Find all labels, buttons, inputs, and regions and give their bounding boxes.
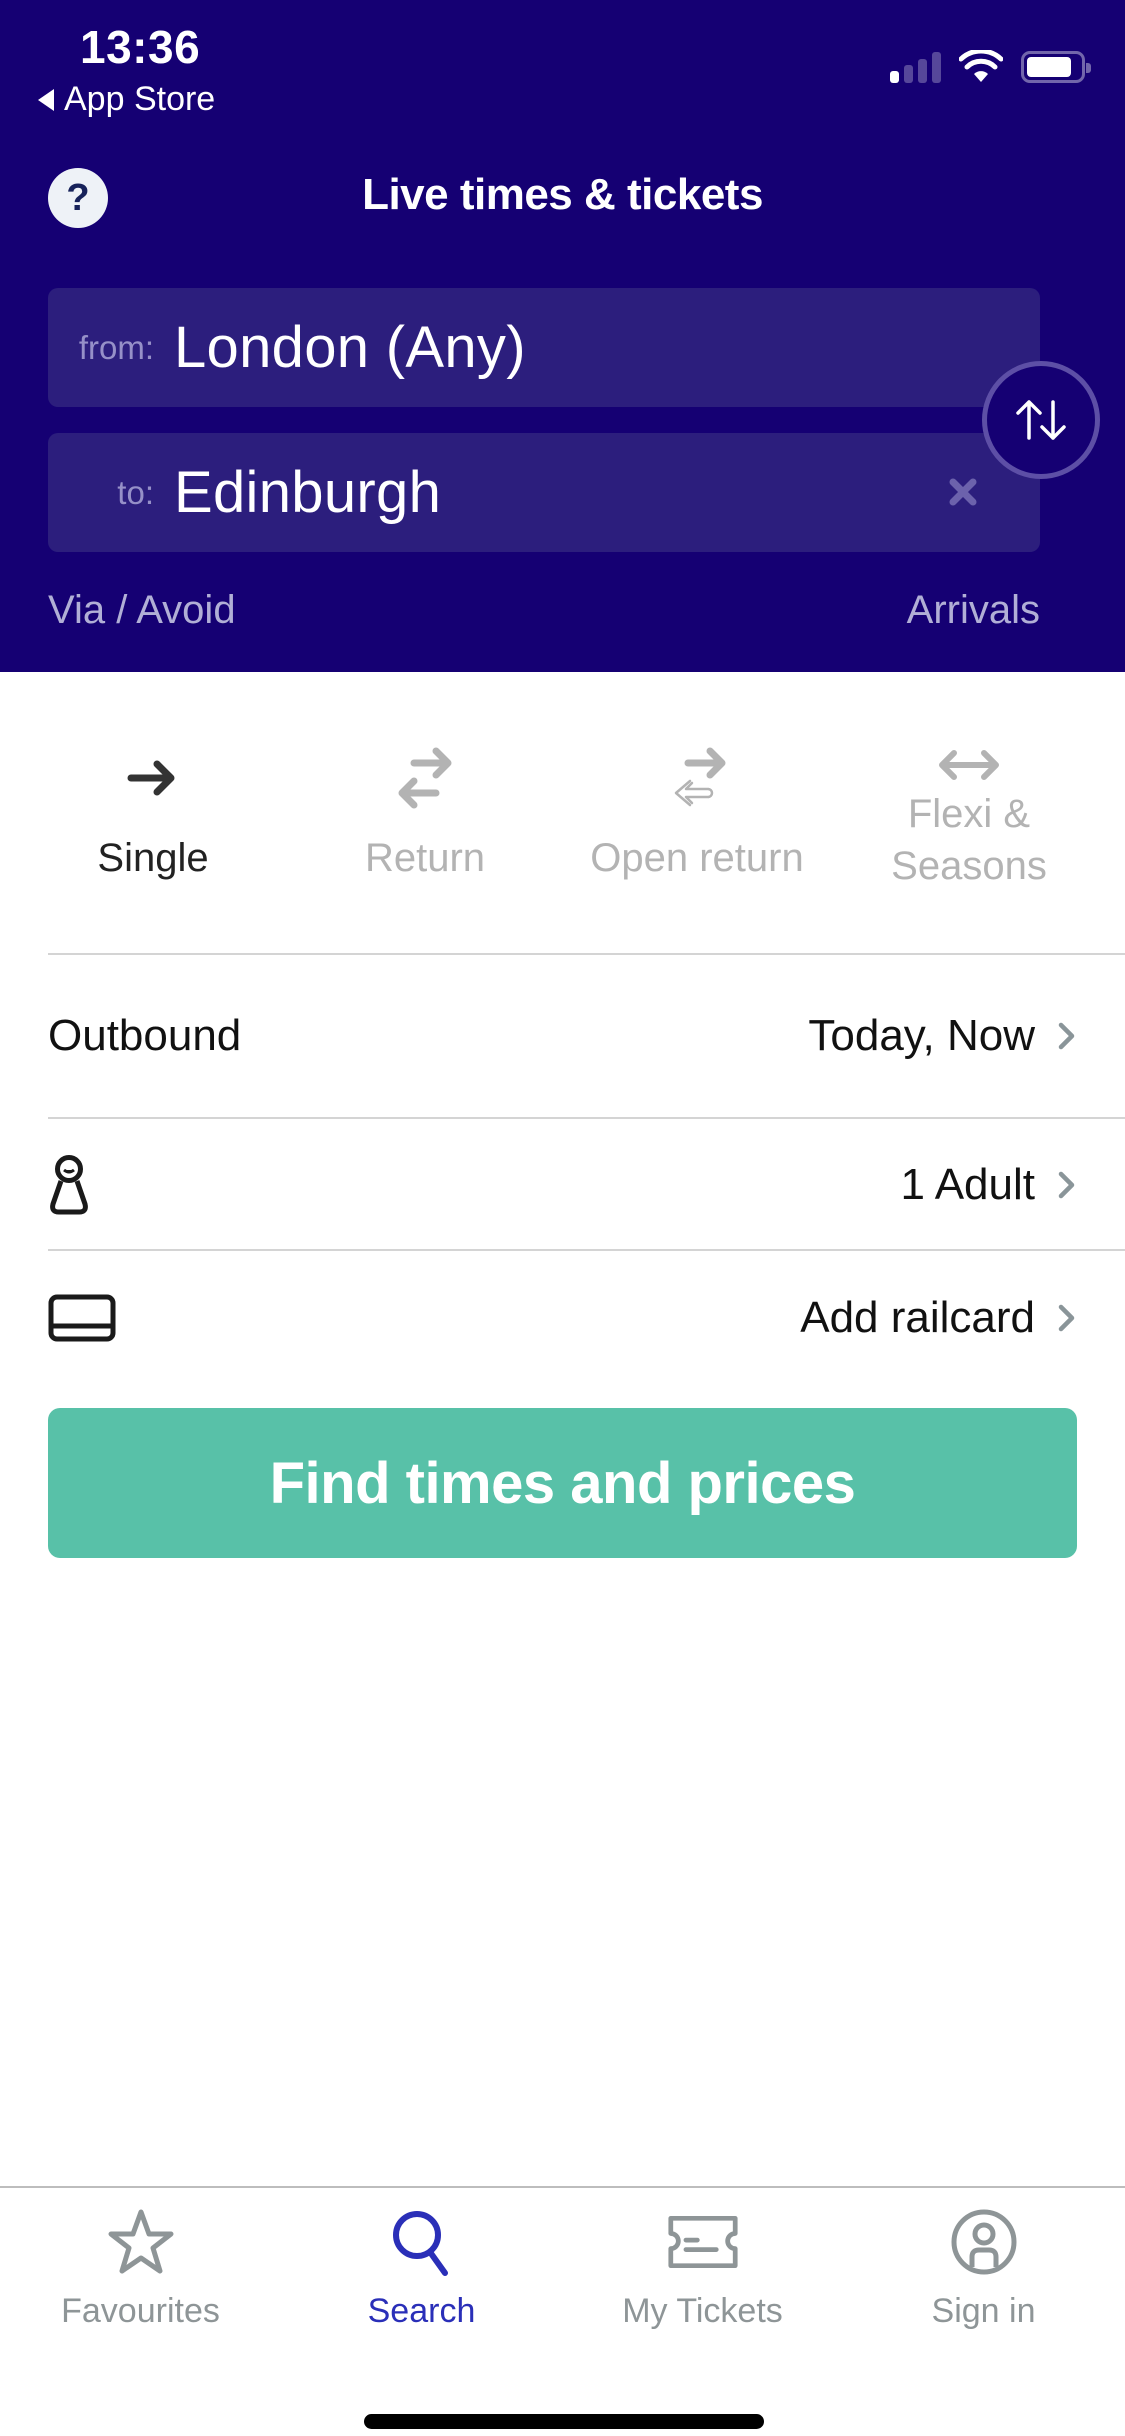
- account-icon: [951, 2209, 1016, 2275]
- via-avoid-link[interactable]: Via / Avoid: [48, 588, 236, 633]
- tab-label: Sign in: [931, 2292, 1036, 2330]
- wifi-icon: [959, 50, 1003, 82]
- tab-search[interactable]: Search: [281, 2188, 562, 2436]
- status-time: 13:36: [80, 21, 201, 73]
- to-label: to:: [117, 473, 154, 511]
- outbound-value: Today, Now: [808, 1011, 1035, 1060]
- back-to-app-store[interactable]: App Store: [38, 80, 215, 119]
- outbound-row[interactable]: Outbound Today, Now: [48, 954, 1077, 1118]
- swap-stations-button[interactable]: [982, 361, 1100, 479]
- signal-icon: [890, 51, 941, 83]
- back-triangle-icon: [38, 88, 54, 111]
- journey-type-label: Return: [364, 836, 486, 880]
- journey-type-label: Flexi & Seasons: [891, 788, 1047, 892]
- tab-favourites[interactable]: Favourites: [0, 2188, 281, 2436]
- return-arrows-icon: [398, 747, 452, 809]
- status-icons: [890, 50, 1091, 84]
- journey-type-return[interactable]: Return: [289, 672, 561, 954]
- railcard-row[interactable]: Add railcard: [48, 1251, 1077, 1385]
- passengers-value: 1 Adult: [900, 1159, 1035, 1209]
- star-icon: [108, 2209, 173, 2274]
- tab-label: My Tickets: [622, 2292, 783, 2330]
- tab-label: Favourites: [61, 2292, 220, 2330]
- open-return-arrows-icon: [674, 747, 726, 807]
- journey-type-open-return[interactable]: Open return: [561, 672, 833, 954]
- journey-type-selector: Single Return Open return Flexi & Season…: [0, 672, 1125, 954]
- from-value: London (Any): [174, 315, 526, 380]
- header: 13:36 App Store ? Live times & tickets f…: [0, 0, 1125, 672]
- tab-sign-in[interactable]: Sign in: [843, 2188, 1124, 2436]
- journey-type-label-line2: Seasons: [891, 844, 1047, 888]
- person-icon: [50, 1154, 88, 1214]
- to-value: Edinburgh: [174, 460, 442, 525]
- outbound-label: Outbound: [48, 1011, 242, 1060]
- railcard-icon: [48, 1294, 116, 1342]
- chevron-right-icon: [1058, 1304, 1075, 1332]
- journey-type-single[interactable]: Single: [17, 672, 289, 954]
- journey-type-label: Single: [97, 836, 209, 880]
- from-station-field[interactable]: from: London (Any): [48, 288, 1040, 407]
- journey-type-label: Open return: [590, 836, 804, 880]
- ticket-icon: [667, 2215, 738, 2269]
- railcard-value: Add railcard: [800, 1293, 1035, 1342]
- home-indicator[interactable]: [364, 2414, 764, 2429]
- swap-arrows-icon: [1016, 400, 1066, 440]
- to-station-field[interactable]: to: Edinburgh: [48, 433, 1040, 552]
- tab-label: Search: [367, 2292, 476, 2330]
- clear-destination-icon[interactable]: [944, 473, 982, 511]
- from-label: from:: [78, 328, 154, 366]
- back-label: App Store: [64, 80, 216, 118]
- chevron-right-icon: [1058, 1171, 1075, 1198]
- arrow-right-icon: [127, 760, 175, 796]
- battery-icon: [1021, 51, 1091, 83]
- chevron-right-icon: [1058, 1022, 1075, 1050]
- search-icon: [392, 2211, 448, 2276]
- journey-type-label-line1: Flexi &: [907, 792, 1031, 836]
- journey-type-flexi-seasons[interactable]: Flexi & Seasons: [833, 672, 1105, 954]
- double-arrow-icon: [939, 750, 999, 780]
- arrivals-link[interactable]: Arrivals: [907, 588, 1040, 633]
- tab-my-tickets[interactable]: My Tickets: [562, 2188, 843, 2436]
- page-title: Live times & tickets: [362, 170, 763, 219]
- tab-bar: Favourites Search My Tickets Sign in: [0, 2186, 1125, 2436]
- find-times-and-prices-button[interactable]: Find times and prices: [48, 1408, 1077, 1558]
- passengers-row[interactable]: 1 Adult: [48, 1119, 1077, 1250]
